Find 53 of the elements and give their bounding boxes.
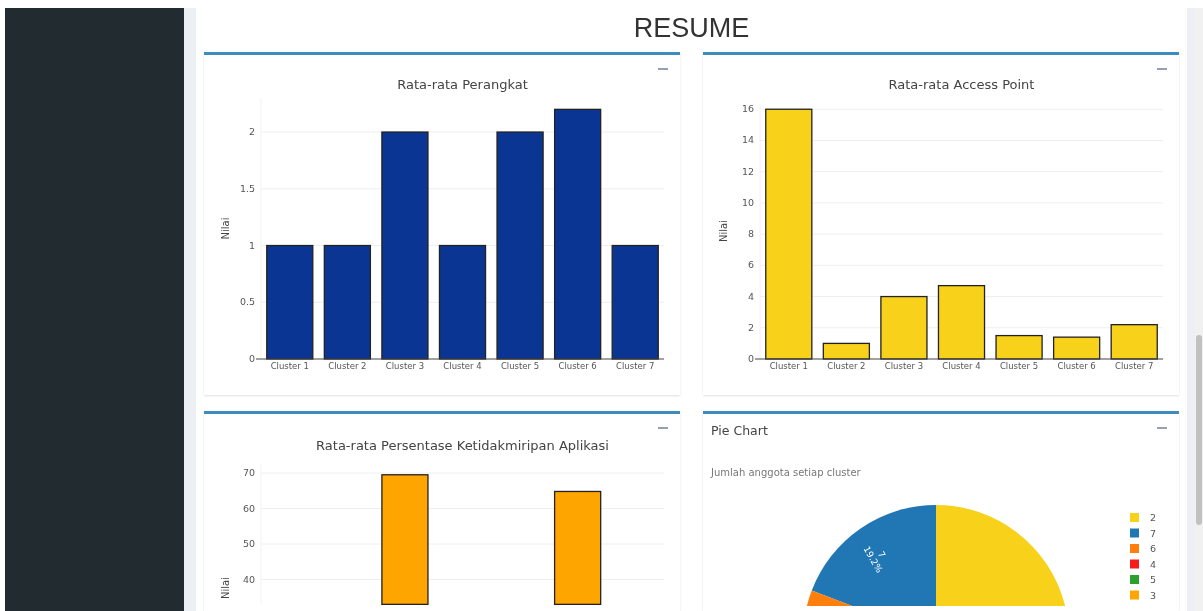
axis-tick-label: Cluster 1 [270, 361, 309, 371]
axis-tick-label: 1 [249, 239, 256, 251]
axis-tick-label: 14 [741, 134, 755, 146]
axis-tick-label: 16 [741, 103, 755, 115]
axis-tick-label: 10 [741, 196, 755, 208]
axis-tick-label: Cluster 7 [1115, 361, 1154, 371]
axis-tick-label: Cluster 4 [942, 361, 981, 371]
axis-tick-label: Cluster 5 [999, 361, 1039, 371]
chart-subtitle: Jumlah anggota setiap cluster [709, 465, 862, 480]
chart-title: Rata-rata Perangkat [397, 77, 528, 92]
axis-title: Nilai [220, 577, 232, 599]
bar [822, 342, 871, 360]
axis-tick-label: Cluster 2 [827, 361, 866, 371]
axis-tick-label: Cluster 6 [558, 361, 597, 371]
axis-tick-label: Cluster 4 [443, 361, 482, 371]
axis-tick-label: 60 [242, 502, 256, 514]
bar [880, 295, 928, 360]
axis-title: Nilai [220, 217, 232, 240]
axis-tick-label: Cluster 7 [616, 361, 655, 371]
legend-label[interactable]: 2 [1150, 511, 1157, 523]
legend-label[interactable]: 3 [1150, 589, 1157, 601]
axis-tick-label: 40 [242, 573, 256, 585]
axis-tick-label: Cluster 1 [769, 361, 808, 371]
legend-label[interactable]: 7 [1150, 527, 1157, 539]
scrollbar[interactable] [1195, 8, 1203, 611]
axis-tick-label: Cluster 6 [1057, 361, 1096, 371]
bar [1053, 336, 1101, 360]
axis-tick-label: 0 [249, 353, 256, 364]
axis-tick-label: 4 [748, 290, 755, 302]
legend-label[interactable]: 6 [1150, 542, 1157, 554]
axis-tick-label: 70 [242, 467, 256, 478]
card-title: Pie Chart [711, 422, 769, 440]
legend-label[interactable]: 4 [1150, 558, 1157, 570]
bar [1110, 324, 1158, 360]
bar [995, 334, 1043, 360]
chart-title: Rata-rata Persentase Ketidakmiripan Aplikasi [316, 438, 609, 453]
axis-tick-label: 1.5 [239, 182, 256, 194]
axis-tick-label: Cluster 2 [328, 361, 367, 371]
axis-tick-label: 2 [748, 321, 755, 333]
axis-tick-label: 6 [748, 259, 755, 271]
axis-tick-label: Cluster 3 [884, 361, 924, 371]
axis-tick-label: 12 [741, 165, 755, 177]
axis-title: Nilai [718, 220, 730, 242]
axis-tick-label: 0.5 [239, 296, 256, 308]
axis-tick-label: 50 [242, 538, 256, 549]
axis-tick-label: Cluster 3 [385, 361, 425, 371]
axis-tick-label: 2 [249, 126, 256, 138]
chart-title: Rata-rata Access Point [888, 77, 1035, 92]
axis-tick-label: Cluster 5 [500, 361, 540, 371]
legend-label[interactable]: 5 [1150, 573, 1157, 585]
axis-tick-label: 0 [748, 353, 755, 364]
page-title: RESUME [632, 12, 751, 45]
axis-tick-label: 8 [748, 228, 755, 240]
